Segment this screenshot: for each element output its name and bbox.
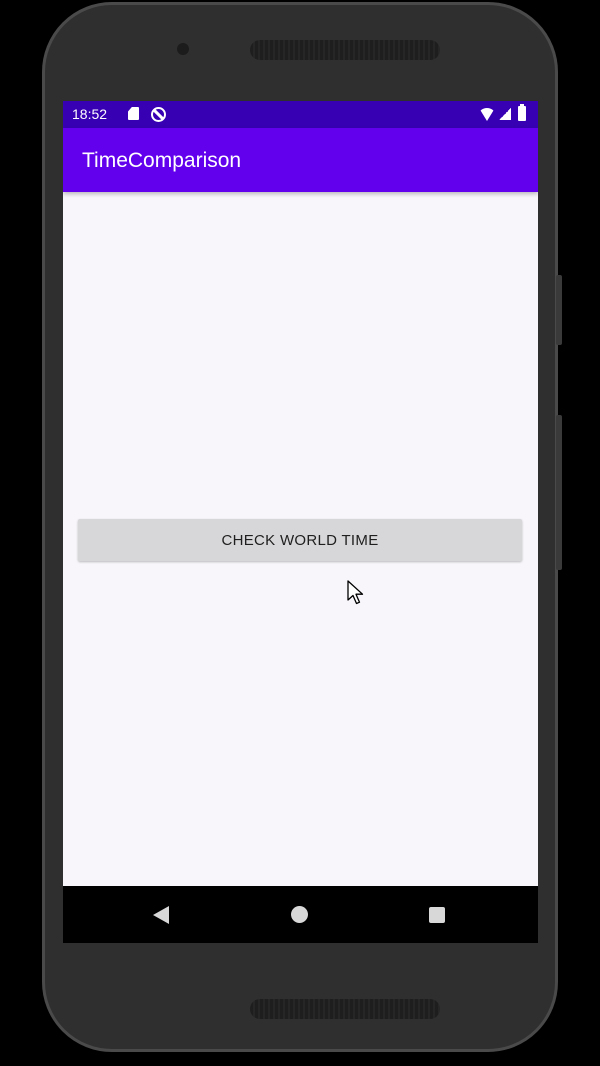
do-not-disturb-icon bbox=[151, 107, 166, 122]
bottom-speaker-grille bbox=[250, 999, 440, 1019]
device-screen: 18:52 TimeComparison CHECK WORLD TIME bbox=[63, 101, 538, 943]
app-title: TimeComparison bbox=[82, 149, 242, 172]
battery-icon bbox=[518, 104, 526, 121]
check-world-time-button[interactable]: CHECK WORLD TIME bbox=[78, 519, 522, 561]
power-button[interactable] bbox=[556, 275, 562, 345]
wifi-icon bbox=[479, 108, 495, 121]
status-bar: 18:52 bbox=[63, 101, 538, 128]
sd-card-icon bbox=[128, 107, 139, 120]
app-bar: TimeComparison bbox=[63, 128, 538, 192]
recent-apps-icon[interactable] bbox=[429, 907, 445, 923]
navigation-bar bbox=[63, 886, 538, 943]
top-speaker-grille bbox=[250, 40, 440, 60]
back-icon[interactable] bbox=[153, 906, 169, 924]
home-icon[interactable] bbox=[291, 906, 308, 923]
status-time: 18:52 bbox=[72, 106, 108, 122]
front-camera bbox=[177, 43, 189, 55]
volume-rocker[interactable] bbox=[556, 415, 562, 570]
mouse-pointer-icon bbox=[347, 580, 364, 605]
cell-signal-icon bbox=[499, 108, 511, 120]
